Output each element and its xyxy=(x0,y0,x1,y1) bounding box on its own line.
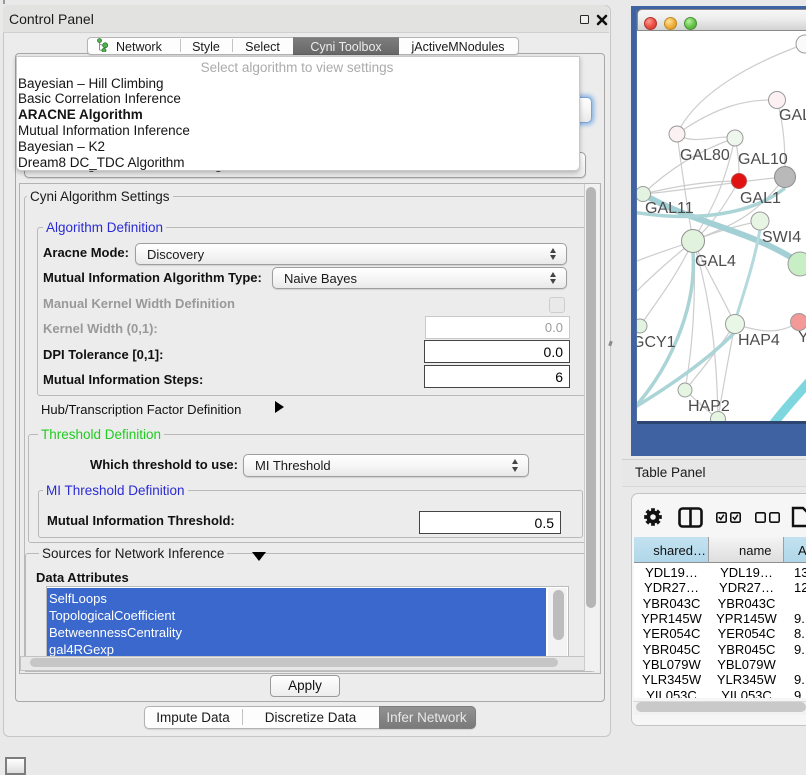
svg-text:GAL80: GAL80 xyxy=(680,147,730,164)
svg-text:GAL10: GAL10 xyxy=(738,151,788,168)
svg-text:Y: Y xyxy=(798,329,806,346)
svg-text:HAP4: HAP4 xyxy=(738,332,780,349)
svg-text:GAL4: GAL4 xyxy=(695,253,736,270)
svg-text:GCY1: GCY1 xyxy=(637,334,676,351)
svg-text:GAL11: GAL11 xyxy=(645,200,694,217)
svg-text:GAL1: GAL1 xyxy=(740,190,781,207)
svg-text:SWI4: SWI4 xyxy=(762,229,801,246)
svg-text:HAP2: HAP2 xyxy=(688,398,730,415)
svg-text:GAL: GAL xyxy=(779,107,806,124)
